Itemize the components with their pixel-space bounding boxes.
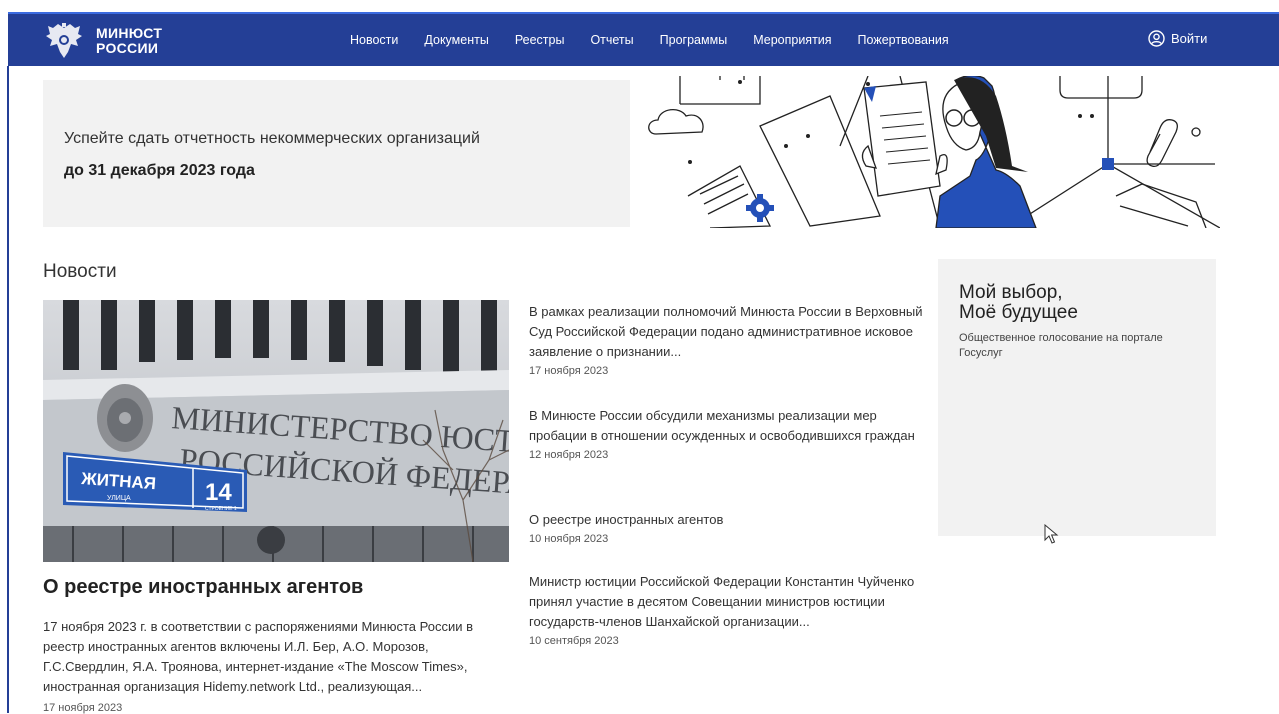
list-item[interactable]: Министр юстиции Российской Федерации Кон… [529, 572, 924, 647]
news-main-photo[interactable]: МИНИСТЕРСТВО ЮСТИЦИИ РОССИЙСКОЙ ФЕДЕРАЦИ… [43, 300, 509, 562]
photo-house-number: 14 [205, 479, 232, 506]
brand-line-1: МИНЮСТ [96, 25, 163, 41]
ministry-building-photo: МИНИСТЕРСТВО ЮСТИЦИИ РОССИЙСКОЙ ФЕДЕРАЦИ… [43, 300, 509, 562]
news-item-title[interactable]: В рамках реализации полномочий Минюста Р… [529, 302, 924, 362]
list-item[interactable]: О реестре иностранных агентов 10 ноября … [529, 510, 924, 545]
cloud-icon [648, 109, 704, 135]
news-item-date: 10 ноября 2023 [529, 533, 609, 545]
nav-reports[interactable]: Отчеты [590, 33, 633, 47]
banner-deadline: до 31 декабря 2023 года [64, 162, 255, 179]
brand-name[interactable]: МИНЮСТ РОССИИ [96, 26, 162, 56]
login-button[interactable]: Войти [1148, 30, 1207, 47]
news-item-title[interactable]: О реестре иностранных агентов [529, 510, 924, 530]
news-item-date: 12 ноября 2023 [529, 449, 609, 461]
promo-card[interactable]: Мой выбор, Моё будущее Общественное голо… [938, 259, 1216, 536]
photo-street-sub: УЛИЦА [107, 495, 131, 502]
top-navigation-bar: МИНЮСТ РОССИИ Новости Документы Реестры … [8, 12, 1279, 66]
banner-illustration [648, 76, 1220, 228]
list-item[interactable]: В Минюсте России обсудили механизмы реал… [529, 406, 924, 461]
list-item[interactable]: В рамках реализации полномочий Минюста Р… [529, 302, 924, 377]
promo-title-line-2: Моё будущее [959, 302, 1078, 323]
page-left-border [7, 66, 9, 713]
news-item-date: 10 сентября 2023 [529, 635, 619, 647]
nav-registries[interactable]: Реестры [515, 33, 565, 47]
promo-title-line-1: Мой выбор, [959, 282, 1063, 303]
banner-text: Успейте сдать отчетность некоммерческих … [64, 130, 480, 147]
mouse-cursor-icon [1044, 524, 1059, 544]
brand-line-2: РОССИИ [96, 40, 159, 56]
gear-icon [746, 194, 774, 222]
news-item-title[interactable]: В Минюсте России обсудили механизмы реал… [529, 406, 924, 446]
main-news-date: 17 ноября 2023 [43, 702, 123, 714]
nav-news[interactable]: Новости [350, 33, 398, 47]
photo-house-sub: СТРОЕНИЕ 1 [205, 506, 237, 512]
promo-subtitle: Общественное голосование на портале Госу… [959, 332, 1163, 359]
news-item-title[interactable]: Министр юстиции Российской Федерации Кон… [529, 572, 924, 632]
main-news-summary: 17 ноября 2023 г. в соответствии с распо… [43, 619, 473, 694]
nav-documents[interactable]: Документы [424, 33, 488, 47]
user-circle-icon [1148, 30, 1165, 47]
login-label: Войти [1171, 31, 1208, 46]
news-item-date: 17 ноября 2023 [529, 365, 609, 377]
woman-with-document-illustration [861, 76, 1037, 228]
news-section-title: Новости [43, 261, 117, 282]
eagle-logo-icon[interactable] [44, 22, 84, 60]
nav-events[interactable]: Мероприятия [753, 33, 831, 47]
promo-title: Мой выбор, Моё будущее [959, 283, 1199, 323]
reporting-banner[interactable]: Успейте сдать отчетность некоммерческих … [43, 80, 630, 227]
nav-donations[interactable]: Пожертвования [858, 33, 949, 47]
nav-programs[interactable]: Программы [660, 33, 728, 47]
main-nav: Новости Документы Реестры Отчеты Програм… [350, 33, 975, 47]
main-news-headline[interactable]: О реестре иностранных агентов [43, 576, 363, 599]
coat-of-arms-icon [97, 384, 153, 452]
